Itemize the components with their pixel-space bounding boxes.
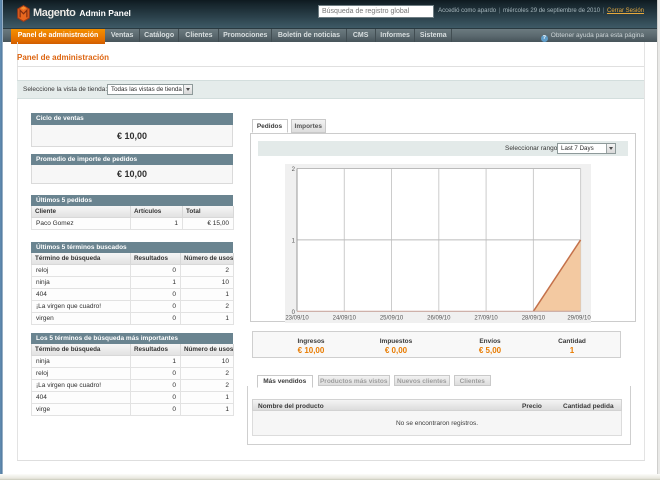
svg-text:28/09/10: 28/09/10 [522,316,546,322]
svg-text:29/09/10: 29/09/10 [567,316,591,322]
svg-text:24/09/10: 24/09/10 [333,316,357,322]
svg-text:27/09/10: 27/09/10 [474,316,498,322]
svg-text:25/09/10: 25/09/10 [380,316,404,322]
svg-text:26/09/10: 26/09/10 [427,316,451,322]
svg-text:23/09/10: 23/09/10 [285,316,309,322]
